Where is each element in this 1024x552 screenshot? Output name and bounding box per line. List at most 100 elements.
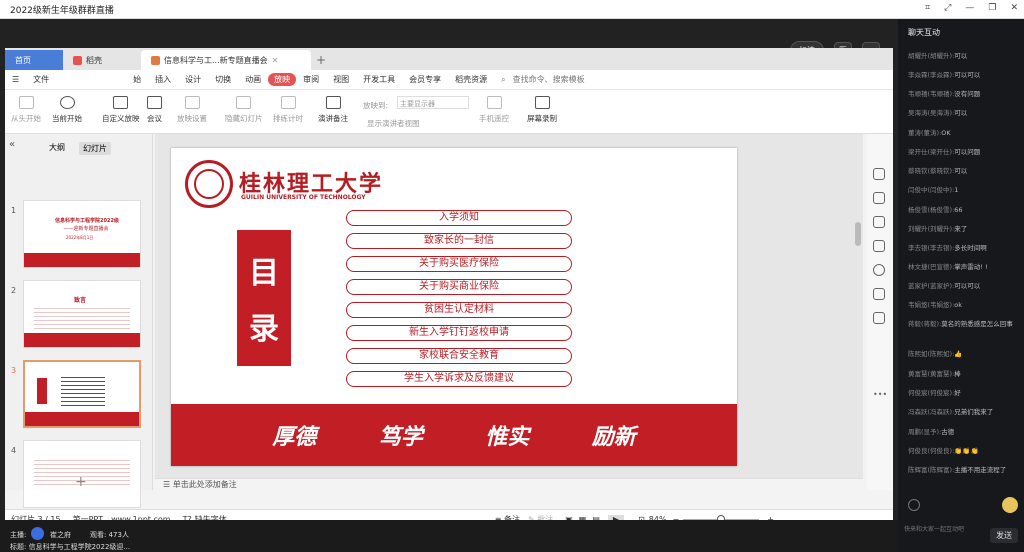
menu-animation[interactable]: 动画 — [238, 74, 268, 85]
current-slide[interactable]: 桂林理工大学 GUILIN UNIVERSITY OF TECHNOLOGY 目… — [171, 148, 737, 466]
menu-daoke-res[interactable]: 稻壳资源 — [448, 74, 494, 85]
chat-message: 李焱霖(李焱霖):可以可以 — [908, 71, 1020, 80]
meeting-label: 会议 — [147, 114, 162, 123]
add-slide-icon[interactable]: + — [75, 474, 87, 490]
hide-slide-label: 隐藏幻灯片 — [225, 114, 263, 123]
notes-icon — [325, 96, 341, 109]
chat-message: 冯森跃(冯森跃):兄弟们我来了 — [908, 408, 1020, 417]
location-icon[interactable] — [873, 312, 885, 324]
fullscreen-icon[interactable]: ⤢ — [944, 3, 951, 13]
vertical-scrollbar[interactable] — [855, 222, 861, 246]
toc-item: 贫困生认定材料 — [346, 302, 572, 318]
thumb-number: 4 — [11, 446, 17, 455]
custom-show-button[interactable]: 自定义放映 — [102, 96, 140, 124]
chat-message: 蔡晓钦(蔡晓钦):可以 — [908, 167, 1020, 176]
command-search[interactable]: 查找命令、搜索模板 — [513, 74, 592, 85]
chat-user: 胡耀升(胡耀升): — [908, 52, 955, 60]
search-icon[interactable]: ⌕ — [494, 75, 512, 85]
chat-user: 蔡晓钦(蔡晓钦): — [908, 167, 955, 175]
help-icon[interactable] — [873, 264, 885, 276]
image-icon[interactable] — [873, 288, 885, 300]
menu-member[interactable]: 会员专享 — [402, 74, 448, 85]
tab-outline[interactable]: 大纲 — [49, 142, 65, 155]
menu-icon[interactable]: ☰ — [5, 75, 26, 84]
menu-review[interactable]: 审阅 — [296, 74, 326, 85]
menu-slideshow[interactable]: 放映 — [268, 73, 297, 86]
display-select[interactable]: 主要显示器 — [397, 96, 469, 109]
menu-transition[interactable]: 切换 — [208, 74, 238, 85]
emoji-icon[interactable] — [908, 499, 920, 511]
chat-text: 多长时间啊 — [954, 244, 987, 252]
new-tab-icon[interactable]: + — [311, 50, 331, 70]
chat-user: 周鹏(显予): — [908, 428, 942, 436]
send-button[interactable]: 发送 — [990, 528, 1018, 543]
chat-message: 韦顺禧(韦顺禧):没有问题 — [908, 90, 1020, 99]
remote-label: 手机遥控 — [479, 114, 509, 123]
menu-file[interactable]: 文件 — [26, 74, 56, 85]
pin-icon[interactable]: ⌗ — [925, 3, 930, 13]
from-start-button[interactable]: 从头开始 — [11, 96, 41, 124]
motto-banner: 厚德 笃学 惟实 励新 — [171, 404, 737, 466]
tab-document[interactable]: 信息科学与工...新专题直播会 ✕ — [141, 50, 311, 70]
thumb-subtitle: ——迎新专题直播会 — [63, 226, 109, 232]
slide-thumb-3[interactable] — [23, 360, 141, 428]
tab-daoke[interactable]: 稻壳 — [63, 50, 141, 70]
daoke-icon — [73, 55, 82, 65]
minimize-icon[interactable]: — — [965, 3, 974, 13]
chat-user: 吴海涛(吴海涛): — [908, 109, 955, 117]
format-icon[interactable] — [873, 192, 885, 204]
chat-input[interactable]: 快来和大家一起互动吧 — [904, 524, 988, 533]
slide-thumb-1[interactable]: 信息科学与工程学院2022级 ——迎新专题直播会 2022年8月1日 — [23, 200, 141, 268]
menu-view[interactable]: 视图 — [326, 74, 356, 85]
layout-icon[interactable] — [873, 240, 885, 252]
chat-message: 吴海涛(吴海涛):可以 — [908, 109, 1020, 118]
star-icon[interactable] — [873, 216, 885, 228]
chat-user: 陈辉富(陈辉富): — [908, 466, 955, 474]
tab-slides[interactable]: 幻灯片 — [79, 142, 111, 155]
chat-user: 冯森跃(冯森跃): — [908, 408, 955, 416]
collapse-pane-icon[interactable]: « — [9, 139, 15, 150]
narrate-button[interactable]: 演讲备注 — [318, 96, 348, 124]
menu-design[interactable]: 设计 — [178, 74, 208, 85]
host-name: 崔之府 — [50, 531, 71, 539]
remote-button[interactable]: 手机遥控 — [479, 96, 509, 124]
chat-text: 好 — [954, 389, 961, 397]
from-current-label: 当前开始 — [52, 114, 82, 123]
thumb-number: 3 — [11, 366, 17, 375]
menu-start[interactable]: 始 — [126, 74, 148, 85]
slide-thumb-2[interactable]: 致言 — [23, 280, 141, 348]
tab-close-icon[interactable]: ✕ — [272, 56, 279, 65]
avatar — [31, 527, 44, 540]
screen-record-button[interactable]: 屏幕录制 — [527, 96, 557, 124]
meeting-button[interactable]: 会议 — [147, 96, 162, 124]
hide-slide-button[interactable]: 隐藏幻灯片 — [225, 96, 263, 124]
from-current-button[interactable]: 当前开始 — [52, 96, 82, 124]
tab-home[interactable]: 首页 — [5, 50, 63, 70]
notes-area[interactable]: ☰ 单击此处添加备注 — [155, 478, 863, 492]
custom-show-label: 自定义放映 — [102, 114, 140, 123]
thumb-title: 致言 — [74, 297, 87, 304]
chat-text: 棒 — [954, 370, 961, 378]
university-name-en: GUILIN UNIVERSITY OF TECHNOLOGY — [241, 194, 366, 201]
gift-icon[interactable] — [1002, 497, 1018, 513]
show-presenter-checkbox[interactable]: 显示演讲者视图 — [367, 118, 420, 129]
notes-icon: ☰ — [163, 480, 171, 489]
chat-panel: 聊天互动 胡耀升(胡耀升):可以 李焱霖(李焱霖):可以可以 韦顺禧(韦顺禧):没有… — [898, 19, 1024, 552]
chat-user: 韦顺禧(韦顺禧): — [908, 90, 955, 98]
close-icon[interactable]: ✕ — [1010, 3, 1018, 13]
style-icon[interactable] — [873, 168, 885, 180]
cast-info-bar: 主播: 崔之府 观看: 473人 标题: 信息科学与工程学院2022级迎... — [0, 520, 898, 552]
tab-daoke-label: 稻壳 — [86, 55, 102, 65]
restore-icon[interactable]: ❐ — [988, 3, 996, 13]
custom-show-icon — [113, 96, 129, 109]
menu-insert[interactable]: 插入 — [148, 74, 178, 85]
menu-devtools[interactable]: 开发工具 — [356, 74, 402, 85]
more-tools-icon[interactable]: ••• — [873, 390, 887, 399]
thumb-banner — [24, 333, 140, 347]
thumb-banner — [25, 412, 139, 426]
rehearse-button[interactable]: 排练计时 — [273, 96, 303, 124]
screen-record-label: 屏幕录制 — [527, 114, 557, 123]
chat-message: 蓝家护(蓝家护):可以可以 — [908, 282, 1020, 291]
show-settings-button[interactable]: 放映设置 — [177, 96, 207, 124]
chat-user: 何俊宸(何俊宸): — [908, 389, 955, 397]
